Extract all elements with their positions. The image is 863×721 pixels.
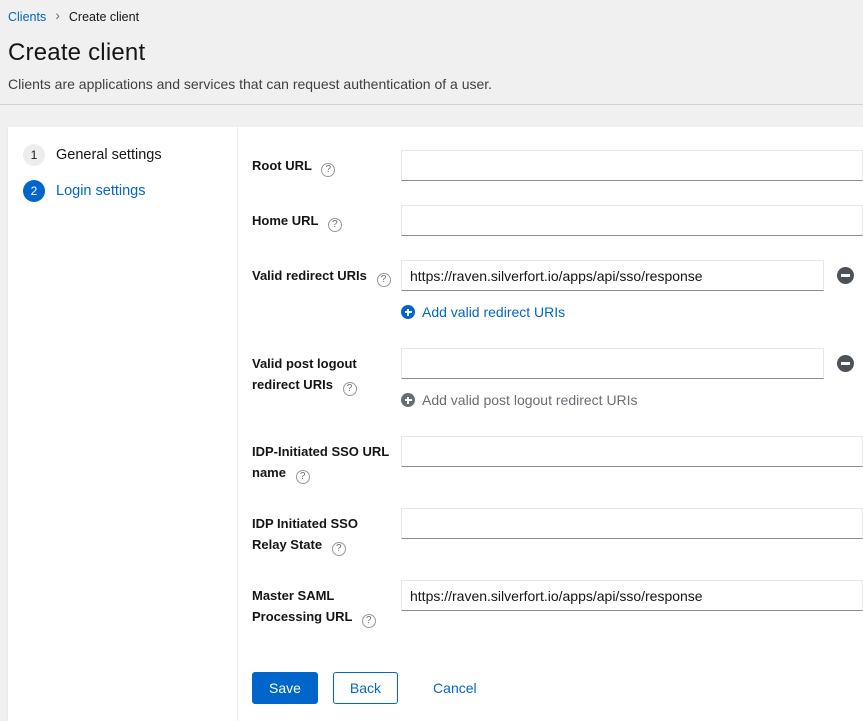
root-url-input[interactable]	[401, 150, 863, 181]
wizard-step-login-settings[interactable]: 2 Login settings	[23, 180, 237, 202]
field-control	[401, 508, 863, 556]
add-link-label: Add valid post logout redirect URIs	[422, 392, 638, 408]
field-label-text: Home URL	[252, 213, 318, 228]
field-control: Add valid redirect URIs	[401, 260, 863, 324]
save-button[interactable]: Save	[252, 672, 318, 704]
question-circle-icon[interactable]	[332, 542, 346, 556]
field-label-text: Master SAMLProcessing URL	[252, 588, 352, 624]
master-saml-processing-url-input[interactable]	[401, 580, 863, 611]
page-description: Clients are applications and services th…	[8, 76, 847, 92]
form-group-idp-initiated-sso-relay-state: IDP Initiated SSORelay State	[252, 508, 863, 556]
question-circle-icon[interactable]	[377, 273, 391, 287]
wizard-step-label: Login settings	[56, 183, 145, 199]
create-client-card: 1 General settings 2 Login settings Root…	[8, 127, 863, 721]
field-control	[401, 436, 863, 484]
wizard-step-general-settings[interactable]: 1 General settings	[23, 144, 237, 166]
question-circle-icon[interactable]	[321, 163, 335, 177]
field-label-text: IDP-Initiated SSO URLname	[252, 444, 389, 480]
field-control	[401, 150, 863, 181]
valid-post-logout-redirect-uri-input[interactable]	[401, 348, 824, 379]
question-circle-icon[interactable]	[343, 382, 357, 396]
question-circle-icon[interactable]	[328, 218, 342, 232]
field-label-root-url: Root URL	[252, 150, 401, 181]
field-label-idp-initiated-sso-relay-state: IDP Initiated SSORelay State	[252, 508, 401, 556]
field-label-idp-initiated-sso-url-name: IDP-Initiated SSO URLname	[252, 436, 401, 484]
add-valid-post-logout-redirect-uri-button[interactable]: Add valid post logout redirect URIs	[401, 392, 638, 408]
wizard-nav: 1 General settings 2 Login settings	[8, 127, 238, 721]
page-title: Create client	[8, 39, 847, 67]
question-circle-icon[interactable]	[296, 470, 310, 484]
field-control: Add valid post logout redirect URIs	[401, 348, 863, 412]
question-circle-icon[interactable]	[362, 614, 376, 628]
remove-valid-redirect-uri-button[interactable]	[837, 267, 854, 284]
page-header: Clients Create client Create client Clie…	[0, 0, 863, 105]
home-url-input[interactable]	[401, 205, 863, 236]
form-group-home-url: Home URL	[252, 205, 863, 236]
login-settings-form: Root URL Home URL Valid redire	[238, 127, 863, 721]
breadcrumb-link-clients[interactable]: Clients	[8, 10, 46, 24]
wizard-step-label: General settings	[56, 147, 162, 163]
add-link-label: Add valid redirect URIs	[422, 304, 565, 320]
step-number-badge: 2	[23, 180, 45, 202]
add-valid-redirect-uri-button[interactable]: Add valid redirect URIs	[401, 304, 565, 320]
form-actions: Save Back Cancel	[252, 672, 863, 704]
field-label-home-url: Home URL	[252, 205, 401, 236]
breadcrumb: Clients Create client	[8, 9, 847, 24]
idp-initiated-sso-url-name-input[interactable]	[401, 436, 863, 467]
field-label-valid-post-logout-redirect-uris: Valid post logoutredirect URIs	[252, 348, 401, 412]
form-group-valid-post-logout-redirect-uris: Valid post logoutredirect URIs Add valid…	[252, 348, 863, 412]
form-group-root-url: Root URL	[252, 150, 863, 181]
form-group-idp-initiated-sso-url-name: IDP-Initiated SSO URLname	[252, 436, 863, 484]
plus-circle-icon	[401, 393, 415, 407]
chevron-right-icon	[55, 9, 60, 24]
field-label-master-saml-processing-url: Master SAMLProcessing URL	[252, 580, 401, 628]
step-number-badge: 1	[23, 144, 45, 166]
valid-redirect-uri-input[interactable]	[401, 260, 824, 291]
field-label-valid-redirect-uris: Valid redirect URIs	[252, 260, 401, 324]
field-control	[401, 580, 863, 628]
field-label-text: Valid post logoutredirect URIs	[252, 356, 357, 392]
plus-circle-icon	[401, 305, 415, 319]
field-control	[401, 205, 863, 236]
field-label-text: Valid redirect URIs	[252, 268, 367, 283]
remove-valid-post-logout-redirect-uri-button[interactable]	[837, 355, 854, 372]
form-group-valid-redirect-uris: Valid redirect URIs Add valid redirect U…	[252, 260, 863, 324]
minus-circle-icon	[837, 267, 854, 284]
cancel-button[interactable]: Cancel	[429, 672, 481, 704]
form-group-master-saml-processing-url: Master SAMLProcessing URL	[252, 580, 863, 628]
idp-initiated-sso-relay-state-input[interactable]	[401, 508, 863, 539]
minus-circle-icon	[837, 355, 854, 372]
breadcrumb-current: Create client	[69, 10, 139, 24]
back-button[interactable]: Back	[333, 672, 398, 704]
field-label-text: Root URL	[252, 158, 312, 173]
